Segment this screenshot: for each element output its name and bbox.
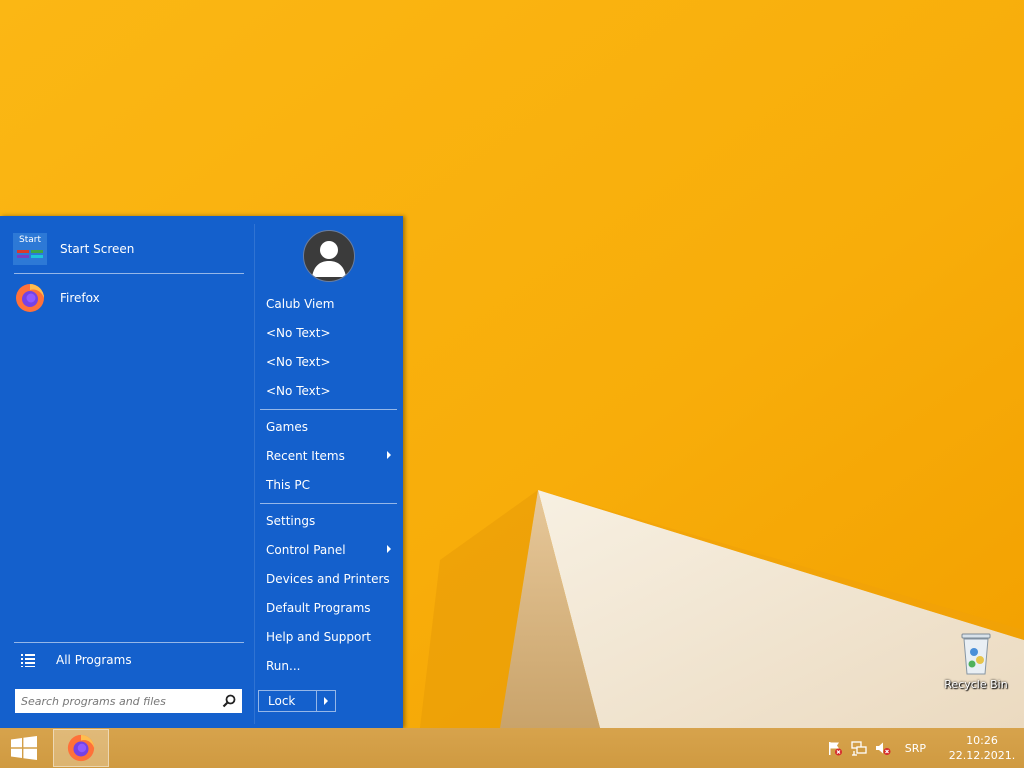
start-tile-text: Start — [19, 235, 41, 245]
menu-item-no-text-3[interactable]: <No Text> — [259, 377, 397, 405]
submenu-arrow-icon — [387, 545, 391, 553]
menu-item-no-text-1[interactable]: <No Text> — [259, 319, 397, 347]
windows-logo-icon — [11, 736, 37, 760]
pinned-firefox-label: Firefox — [60, 291, 100, 305]
start-menu-right-pane: Calub Viem <No Text> <No Text> <No Text>… — [255, 216, 403, 728]
volume-muted-icon[interactable] — [875, 740, 891, 756]
menu-item-label: Default Programs — [266, 601, 371, 615]
user-name-label: Calub Viem — [266, 297, 335, 311]
menu-item-control-panel[interactable]: Control Panel — [259, 536, 397, 564]
lock-button[interactable]: Lock — [258, 690, 336, 712]
search-icon[interactable] — [222, 694, 236, 708]
menu-item-recent-items[interactable]: Recent Items — [259, 442, 397, 470]
menu-item-label: <No Text> — [266, 355, 331, 369]
pinned-firefox[interactable]: Firefox — [12, 278, 248, 318]
input-language-indicator[interactable]: SRP — [905, 742, 926, 755]
action-center-flag-icon[interactable] — [827, 740, 843, 756]
clock-time: 10:26 — [966, 734, 998, 747]
pinned-start-screen-label: Start Screen — [60, 242, 135, 256]
recycle-bin-label: Recycle Bin — [944, 678, 1008, 691]
lock-options-arrow-icon[interactable] — [315, 691, 335, 711]
user-name-item[interactable]: Calub Viem — [259, 290, 397, 318]
menu-item-help-and-support[interactable]: Help and Support — [259, 623, 397, 651]
menu-separator — [260, 503, 397, 504]
menu-item-games[interactable]: Games — [259, 413, 397, 441]
menu-item-label: Recent Items — [266, 449, 345, 463]
menu-item-label: <No Text> — [266, 326, 331, 340]
firefox-icon — [67, 734, 95, 762]
system-tray: SRP 10:26 22.12.2021. — [827, 728, 1024, 768]
all-programs-button[interactable]: All Programs — [12, 644, 248, 676]
pinned-start-screen[interactable]: Start Start Screen — [12, 229, 248, 269]
menu-item-label: <No Text> — [266, 384, 331, 398]
menu-item-label: Run... — [266, 659, 301, 673]
start-menu-left-pane: Start Start Screen Firefox All Programs … — [0, 216, 254, 728]
search-input[interactable] — [21, 694, 222, 708]
lock-button-label: Lock — [268, 694, 296, 708]
menu-item-label: Devices and Printers — [266, 572, 390, 586]
menu-item-label: Help and Support — [266, 630, 371, 644]
clock-date: 22.12.2021. — [948, 749, 1016, 762]
search-box[interactable] — [15, 689, 242, 713]
menu-item-default-programs[interactable]: Default Programs — [259, 594, 397, 622]
all-programs-separator — [14, 642, 244, 643]
submenu-arrow-icon — [387, 451, 391, 459]
pinned-separator — [14, 273, 244, 274]
taskbar: SRP 10:26 22.12.2021. — [0, 728, 1024, 768]
menu-separator — [260, 409, 397, 410]
taskbar-clock[interactable]: 10:26 22.12.2021. — [940, 733, 1024, 763]
start-menu: Start Start Screen Firefox All Programs … — [0, 216, 403, 728]
user-icon — [312, 241, 346, 277]
menu-item-label: Settings — [266, 514, 316, 528]
recycle-bin-icon — [961, 633, 991, 675]
firefox-icon — [12, 280, 48, 316]
menu-item-label: Control Panel — [266, 543, 346, 557]
start-screen-icon: Start — [12, 231, 48, 267]
menu-item-no-text-2[interactable]: <No Text> — [259, 348, 397, 376]
recycle-bin-shortcut[interactable]: Recycle Bin — [940, 630, 1012, 702]
list-icon — [12, 653, 44, 667]
network-icon[interactable] — [851, 740, 867, 756]
menu-item-run[interactable]: Run... — [259, 652, 397, 680]
all-programs-label: All Programs — [56, 653, 132, 667]
menu-item-label: Games — [266, 420, 308, 434]
taskbar-firefox-button[interactable] — [53, 729, 109, 767]
start-button[interactable] — [0, 728, 48, 768]
menu-item-label: This PC — [266, 478, 310, 492]
menu-item-settings[interactable]: Settings — [259, 507, 397, 535]
user-avatar[interactable] — [303, 230, 355, 282]
menu-item-this-pc[interactable]: This PC — [259, 471, 397, 499]
menu-item-devices-and-printers[interactable]: Devices and Printers — [259, 565, 397, 593]
